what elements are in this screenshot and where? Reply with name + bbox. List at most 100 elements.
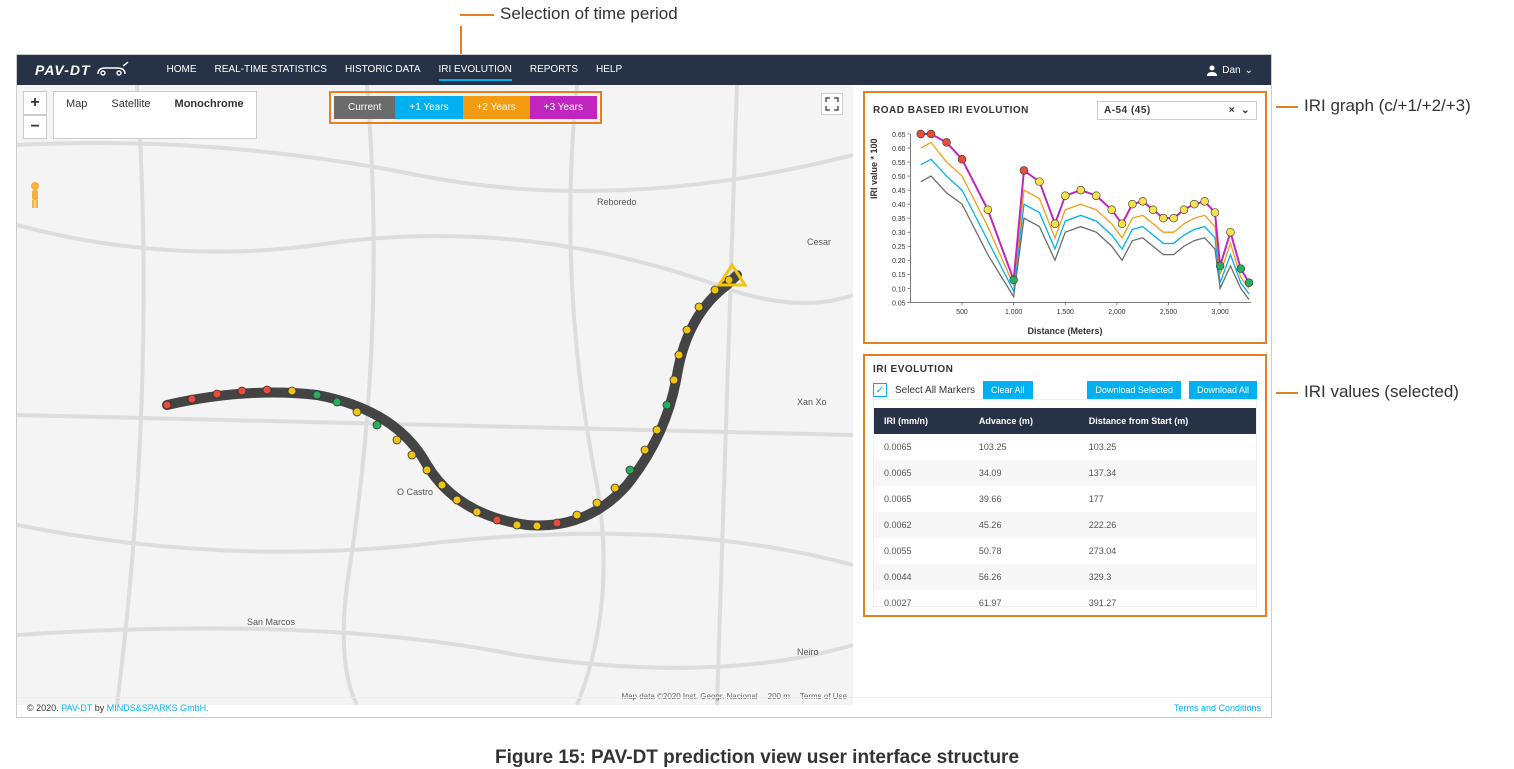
col-iri: IRI (mm/n) (874, 408, 969, 434)
chevron-down-icon: ⌄ (1245, 65, 1253, 76)
top-nav: PAV-DT HOME REAL-TIME STATISTICS HISTORI… (17, 55, 1271, 85)
figure-caption: Figure 15: PAV-DT prediction view user i… (495, 747, 1019, 769)
nav-reports[interactable]: REPORTS (530, 60, 578, 81)
svg-text:0.15: 0.15 (892, 272, 906, 279)
nav-historic[interactable]: HISTORIC DATA (345, 60, 421, 81)
table-cell: 34.09 (969, 460, 1079, 486)
nav-help[interactable]: HELP (596, 60, 622, 81)
table-cell: 329.3 (1079, 564, 1256, 590)
map-controls: + − Map Satellite Monochrome (23, 91, 257, 139)
annotation-timesel: Selection of time period (500, 4, 678, 24)
select-all-checkbox[interactable]: ✓ (873, 383, 887, 397)
chart-svg: 0.050.100.150.200.250.300.350.400.450.50… (873, 124, 1257, 334)
svg-text:0.35: 0.35 (892, 216, 906, 223)
nav-links: HOME REAL-TIME STATISTICS HISTORIC DATA … (167, 60, 623, 81)
values-table: IRI (mm/n) Advance (m) Distance from Sta… (874, 408, 1256, 607)
table-cell: 177 (1079, 486, 1256, 512)
table-cell: 0.0055 (874, 538, 969, 564)
zoom-in-button[interactable]: + (23, 91, 47, 115)
user-icon (1206, 64, 1218, 76)
values-title: IRI EVOLUTION (873, 364, 953, 375)
table-row[interactable]: 0.0065103.25103.25 (874, 434, 1256, 460)
svg-text:San Marcos: San Marcos (247, 617, 296, 627)
clear-select-icon[interactable]: × (1229, 105, 1235, 116)
time-plus3-button[interactable]: +3 Years (530, 96, 597, 119)
footer: © 2020. PAV-DT by MINDS&SPARKS GmbH. Ter… (17, 697, 1271, 717)
footer-copy: © 2020. (27, 703, 59, 713)
annotation-values: IRI values (selected) (1304, 382, 1459, 402)
values-panel: IRI EVOLUTION ✓ Select All Markers Clear… (863, 354, 1267, 617)
zoom-out-button[interactable]: − (23, 115, 47, 139)
table-cell: 56.26 (969, 564, 1079, 590)
fullscreen-icon (825, 97, 839, 111)
download-selected-button[interactable]: Download Selected (1087, 381, 1181, 399)
time-current-button[interactable]: Current (334, 96, 395, 119)
svg-text:0.50: 0.50 (892, 174, 906, 181)
clear-all-button[interactable]: Clear All (983, 381, 1033, 399)
workspace: Reboredo O Castro San Marcos Neiro Xan X… (17, 85, 1271, 705)
values-table-scroll[interactable]: IRI (mm/n) Advance (m) Distance from Sta… (873, 399, 1257, 607)
car-icon (95, 61, 129, 79)
table-cell: 0.0065 (874, 434, 969, 460)
table-row[interactable]: 0.004456.26329.3 (874, 564, 1256, 590)
nav-home[interactable]: HOME (167, 60, 197, 81)
table-cell: 0.0027 (874, 590, 969, 607)
svg-text:0.20: 0.20 (892, 258, 906, 265)
footer-terms-link[interactable]: Terms and Conditions (1174, 703, 1261, 713)
svg-text:Reboredo: Reboredo (597, 197, 637, 207)
pegman-icon[interactable] (25, 180, 45, 210)
svg-text:0.25: 0.25 (892, 244, 906, 251)
svg-text:2,500: 2,500 (1160, 309, 1177, 316)
map-tab-monochrome[interactable]: Monochrome (163, 92, 256, 138)
svg-text:2,000: 2,000 (1108, 309, 1125, 316)
table-row[interactable]: 0.005550.78273.04 (874, 538, 1256, 564)
svg-text:0.40: 0.40 (892, 202, 906, 209)
nav-realtime[interactable]: REAL-TIME STATISTICS (215, 60, 327, 81)
time-plus2-button[interactable]: +2 Years (463, 96, 530, 119)
brand-logo[interactable]: PAV-DT (17, 61, 147, 79)
table-cell: 391.27 (1079, 590, 1256, 607)
download-all-button[interactable]: Download All (1189, 381, 1257, 399)
svg-text:1,000: 1,000 (1005, 309, 1022, 316)
table-cell: 0.0044 (874, 564, 969, 590)
table-cell: 103.25 (1079, 434, 1256, 460)
svg-text:0.05: 0.05 (892, 300, 906, 307)
select-all-label: Select All Markers (895, 385, 975, 396)
table-row[interactable]: 0.002761.97391.27 (874, 590, 1256, 607)
map-area[interactable]: Reboredo O Castro San Marcos Neiro Xan X… (17, 85, 853, 705)
table-row[interactable]: 0.006245.26222.26 (874, 512, 1256, 538)
svg-text:1,500: 1,500 (1057, 309, 1074, 316)
svg-text:Xan Xo: Xan Xo (797, 397, 827, 407)
footer-brand-link[interactable]: PAV-DT (61, 703, 92, 713)
x-axis-label: Distance (Meters) (1027, 326, 1102, 336)
svg-text:0.45: 0.45 (892, 188, 906, 195)
svg-text:0.55: 0.55 (892, 160, 906, 167)
nav-iri-evolution[interactable]: IRI EVOLUTION (439, 60, 512, 81)
table-row[interactable]: 0.006534.09137.34 (874, 460, 1256, 486)
fullscreen-button[interactable] (821, 93, 843, 115)
svg-text:Neiro: Neiro (797, 647, 819, 657)
annot-line-graph (1276, 106, 1298, 108)
table-cell: 222.26 (1079, 512, 1256, 538)
road-select[interactable]: A-54 (45) × ⌄ (1097, 101, 1257, 120)
svg-text:0.65: 0.65 (892, 132, 906, 139)
table-cell: 103.25 (969, 434, 1079, 460)
footer-company-link[interactable]: MINDS&SPARKS GmbH. (107, 703, 209, 713)
table-row[interactable]: 0.006539.66177 (874, 486, 1256, 512)
svg-text:500: 500 (956, 309, 968, 316)
svg-text:3,000: 3,000 (1212, 309, 1229, 316)
user-name: Dan (1222, 65, 1240, 76)
chart-title: ROAD BASED IRI EVOLUTION (873, 105, 1029, 116)
table-cell: 0.0062 (874, 512, 969, 538)
user-menu[interactable]: Dan ⌄ (1206, 64, 1271, 76)
time-plus1-button[interactable]: +1 Years (395, 96, 462, 119)
table-cell: 39.66 (969, 486, 1079, 512)
map-tab-satellite[interactable]: Satellite (99, 92, 162, 138)
annot-line-timesel-h (460, 14, 494, 16)
chevron-down-icon[interactable]: ⌄ (1241, 105, 1250, 116)
svg-text:0.30: 0.30 (892, 230, 906, 237)
table-cell: 61.97 (969, 590, 1079, 607)
map-tab-map[interactable]: Map (54, 92, 99, 138)
annotation-graph: IRI graph (c/+1/+2/+3) (1304, 96, 1471, 116)
footer-by: by (95, 703, 105, 713)
